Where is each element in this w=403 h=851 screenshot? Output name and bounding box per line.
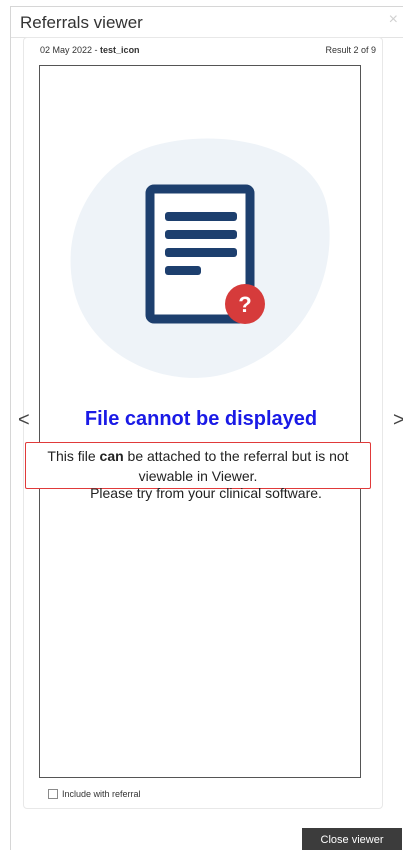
previous-arrow-button[interactable]: < — [18, 410, 30, 430]
error-title: File cannot be displayed — [84, 408, 318, 430]
svg-text:?: ? — [238, 292, 251, 317]
highlighted-message: This file can be attached to the referra… — [25, 442, 371, 489]
referral-filename: test_icon — [100, 45, 140, 55]
next-arrow-button[interactable]: > — [393, 410, 403, 430]
window-title: Referrals viewer — [20, 13, 143, 32]
message-bold: can — [99, 448, 124, 464]
include-checkbox[interactable] — [48, 789, 58, 799]
document-question-icon: ? — [145, 184, 265, 324]
include-with-referral-row: Include with referral — [48, 789, 141, 799]
referral-date-line: 02 May 2022 - test_icon — [40, 45, 140, 55]
result-counter: Result 2 of 9 — [325, 45, 376, 55]
close-icon[interactable]: × — [389, 11, 398, 29]
message-line-2: Please try from your clinical software. — [90, 485, 322, 501]
meta-separator: - — [92, 45, 101, 55]
message-part-1: This file — [47, 448, 100, 464]
message-part-2: be attached to the referral but is not v… — [123, 448, 349, 484]
referral-panel: 02 May 2022 - test_icon Result 2 of 9 ? … — [23, 37, 383, 809]
titlebar: Referrals viewer × — [11, 7, 403, 38]
file-viewer-frame: ? File cannot be displayed — [39, 65, 361, 778]
include-label: Include with referral — [62, 789, 141, 799]
close-viewer-button[interactable]: Close viewer — [302, 828, 402, 850]
referral-date: 02 May 2022 — [40, 45, 93, 55]
